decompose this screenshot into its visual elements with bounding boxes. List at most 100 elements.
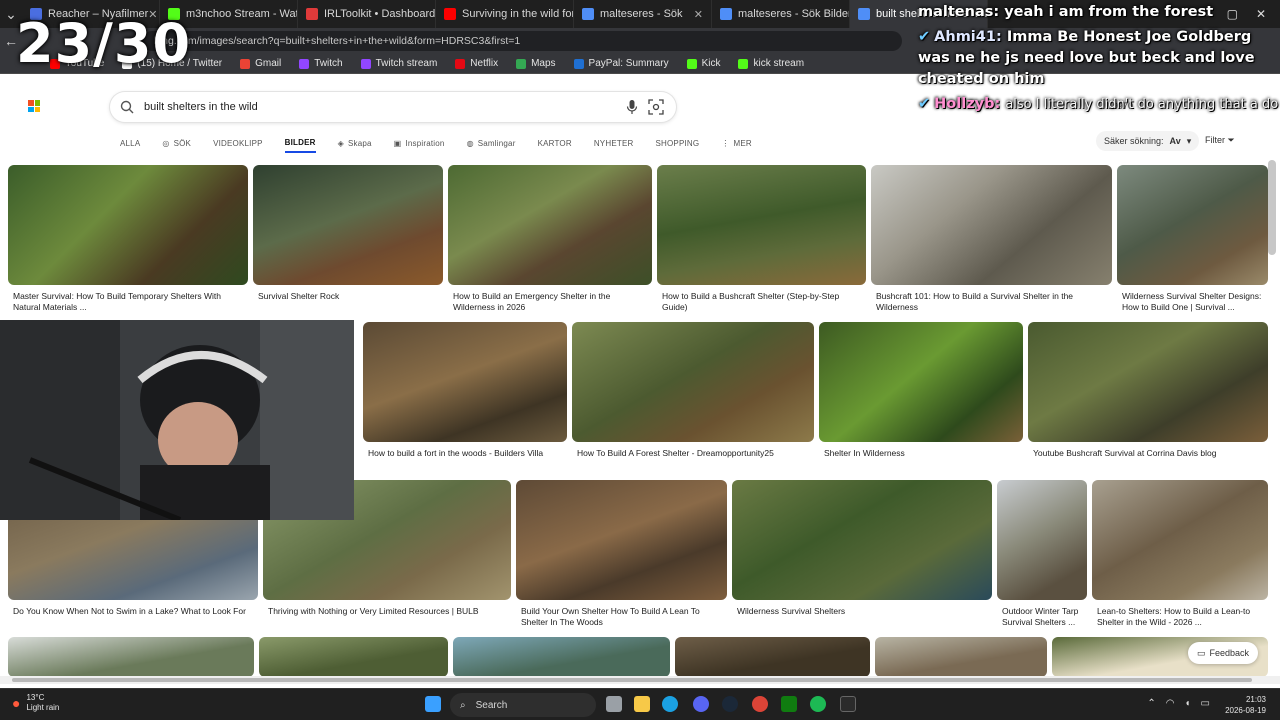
bookmark-twitch[interactable]: Twitch [299,58,343,69]
image-caption[interactable]: Master Survival: How To Build Temporary … [13,291,245,313]
speaker-icon[interactable]: ◖ [1185,698,1191,709]
url-field[interactable]: bing.com/images/search?q=built+shelters+… [142,31,902,51]
image-caption[interactable]: Shelter In Wilderness [824,448,1020,459]
image-caption[interactable]: Wilderness Survival Shelter Designs: How… [1122,291,1268,313]
image-result[interactable] [8,637,254,677]
task-view-icon[interactable] [606,696,622,712]
bookmark-netflix[interactable]: Netflix [455,58,498,69]
tab-collections[interactable]: ◍ Samlingar [467,133,516,153]
image-result[interactable] [253,165,443,285]
image-caption[interactable]: Lean-to Shelters: How to Build a Lean-to… [1097,606,1268,628]
vertical-scrollbar[interactable] [1268,160,1276,255]
tab-search[interactable]: ◎ SÖK [162,133,191,153]
weather-widget[interactable]: ● 13°C Light rain [12,693,59,713]
bookmark-maps[interactable]: Maps [516,58,556,69]
image-caption[interactable]: How to Build a Bushcraft Shelter (Step-b… [662,291,862,313]
bookmark-label: Twitch [314,58,343,69]
image-result[interactable] [453,637,670,677]
tab-create[interactable]: ◈ Skapa [338,133,372,153]
tab-label: MER [733,138,752,148]
terminal-icon[interactable] [840,696,856,712]
browser-tab[interactable]: malteseres - Sök ✕ [574,0,712,28]
tab-news[interactable]: NYHETER [594,133,634,153]
feedback-button[interactable]: ▭ Feedback [1188,642,1258,664]
chat-overlay: maltenas: yeah i am from the forest ✔ Ahm… [918,2,1280,119]
tab-inspiration[interactable]: ▣ Inspiration [394,133,445,153]
image-result[interactable] [572,322,814,442]
image-caption[interactable]: Survival Shelter Rock [258,291,443,302]
tab-shopping[interactable]: SHOPPING [655,133,699,153]
search-box[interactable]: built shelters in the wild [110,92,676,122]
collections-icon: ◍ [466,138,474,148]
spotify-icon[interactable] [810,696,826,712]
browser-tab[interactable]: IRLToolkit • Dashboard✕ [298,0,436,28]
image-caption[interactable]: How To Build A Forest Shelter - Dreamopp… [577,448,812,459]
browser-tab[interactable]: malteseres - Sök Bilder✕ [712,0,850,28]
bookmark-gmail[interactable]: Gmail [240,58,281,69]
scrollbar-thumb[interactable] [12,678,1252,682]
image-result[interactable] [1092,480,1268,600]
image-result[interactable] [448,165,652,285]
verified-badge-icon: ✔ [918,29,931,45]
image-result[interactable] [363,322,567,442]
bookmark-paypal[interactable]: PayPal: Summary [573,58,669,69]
image-caption[interactable]: How to Build an Emergency Shelter in the… [453,291,649,313]
image-result[interactable] [516,480,727,600]
tab-more[interactable]: ⋮ MER [721,133,752,153]
windows-start-icon[interactable] [425,696,441,712]
filter-button[interactable]: Filter ⏷ [1205,135,1235,146]
copilot-icon: ◎ [162,138,170,148]
image-caption[interactable]: Do You Know When Not to Swim in a Lake? … [13,606,258,617]
bookmark-twitch-stream[interactable]: Twitch stream [360,58,437,69]
edge-icon[interactable] [662,696,678,712]
tab-maps[interactable]: KARTOR [538,133,572,153]
horizontal-scrollbar[interactable] [0,676,1280,684]
image-result[interactable] [8,165,248,285]
verified-badge-icon: ✔ [918,96,931,112]
chevron-up-icon[interactable]: ⌃ [1147,698,1155,709]
microsoft-logo-icon[interactable] [28,100,40,112]
steam-icon[interactable] [722,696,738,712]
image-caption[interactable]: Outdoor Winter Tarp Survival Shelters ..… [1002,606,1090,628]
image-result[interactable] [675,637,870,677]
battery-icon[interactable]: ▭ [1201,698,1210,709]
xbox-app-icon[interactable] [781,696,797,712]
image-caption[interactable]: How to build a fort in the woods - Build… [368,448,568,459]
image-result[interactable] [259,637,448,677]
image-result[interactable] [1117,165,1268,285]
search-input[interactable]: built shelters in the wild [144,101,258,113]
chat-message: ✔ Ahmi41: Imma Be Honest Joe Goldberg was… [918,27,1280,90]
clock[interactable]: 21:03 2026-08-19 [1225,694,1266,716]
bookmark-kick-stream[interactable]: kick stream [738,58,804,69]
browser-tab[interactable]: Surviving in the wild for 24 h✕ [436,0,574,28]
microphone-icon[interactable] [626,99,638,115]
safe-search-dropdown[interactable]: Säker sökning: Av ▾ [1096,131,1200,151]
image-caption[interactable]: Bushcraft 101: How to Build a Survival S… [876,291,1108,313]
tab-images[interactable]: BILDER [284,133,316,153]
image-result[interactable] [819,322,1023,442]
image-caption[interactable]: Wilderness Survival Shelters [737,606,992,617]
image-result[interactable] [875,637,1047,677]
tab-videos[interactable]: VIDEOKLIPP [213,133,263,153]
file-explorer-icon[interactable] [634,696,650,712]
image-caption[interactable]: Build Your Own Shelter How To Build A Le… [521,606,726,628]
search-icon[interactable] [120,100,134,114]
image-result[interactable] [871,165,1112,285]
image-result[interactable] [1028,322,1268,442]
maps-icon [516,58,527,69]
image-result[interactable] [997,480,1087,600]
more-dots-icon: ⋮ [721,138,730,148]
discord-icon[interactable] [693,696,709,712]
tab-all[interactable]: ALLA [120,133,140,153]
image-result[interactable] [732,480,992,600]
chrome-icon[interactable] [752,696,768,712]
bookmark-kick[interactable]: Kick [686,58,720,69]
visual-search-icon[interactable] [648,99,664,115]
close-icon[interactable]: ✕ [694,8,703,21]
wifi-icon[interactable]: ◠ [1166,698,1175,709]
taskbar-search[interactable]: ⌕ Search [450,693,596,717]
image-caption[interactable]: Youtube Bushcraft Survival at Corrina Da… [1033,448,1265,459]
safe-search-value: Av [1169,136,1181,146]
image-result[interactable] [657,165,866,285]
image-caption[interactable]: Thriving with Nothing or Very Limited Re… [268,606,511,617]
